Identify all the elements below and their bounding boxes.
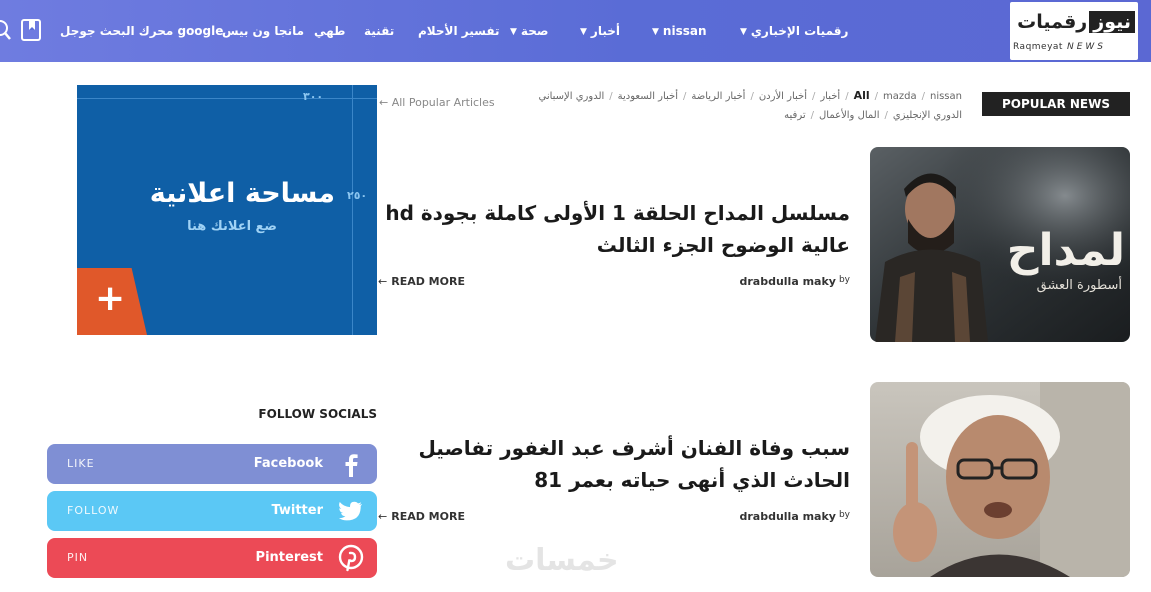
arrow-left-icon: ←: [378, 275, 388, 288]
ad-title: مساحة اعلانية: [149, 178, 335, 209]
nav-item-tech[interactable]: تقنية: [364, 0, 394, 62]
site-logo[interactable]: نيوزرقميات Raqmeyat NEWS: [1010, 2, 1138, 60]
nav-item-nissan[interactable]: ▼ nissan: [652, 0, 707, 62]
arrow-left-icon: ←: [379, 96, 389, 109]
nav-item-news[interactable]: ▼ أخبار: [580, 0, 620, 62]
ad-dimension-width: ٣٠٠: [303, 90, 324, 103]
plus-icon[interactable]: +: [95, 279, 125, 319]
ad-subtitle: ضع اعلانك هنا: [187, 219, 277, 234]
tag-english-league[interactable]: الدوري الإنجليزي: [893, 110, 962, 121]
social-name: Pinterest: [255, 550, 323, 565]
nav-item-raqmeyat[interactable]: ▼ رقميات الإخباري: [740, 0, 848, 62]
twitter-icon: [338, 501, 362, 521]
popular-news-heading: POPULAR NEWS: [982, 92, 1130, 116]
image-subtitle-text: أسطورة العشق: [1037, 276, 1122, 293]
social-name: Twitter: [271, 503, 323, 518]
chevron-down-icon: ▼: [580, 27, 587, 37]
pinterest-icon: [338, 544, 364, 572]
top-navigation-bar: نيوزرقميات Raqmeyat NEWS ▼ رقميات الإخباري…: [0, 0, 1151, 62]
chevron-down-icon: ▼: [740, 27, 747, 37]
logo-news: NEWS: [1066, 42, 1106, 52]
tag-nissan[interactable]: nissan: [930, 91, 962, 102]
tag-all[interactable]: All: [854, 89, 870, 102]
article-1-read-more[interactable]: ← READ MORE: [378, 275, 465, 288]
image-title-text: لمداح: [1007, 225, 1125, 276]
logo-word-dark: نيوز: [1089, 11, 1135, 33]
tag-jordan-news[interactable]: أخبار الأردن: [759, 91, 807, 102]
twitter-button[interactable]: FOLLOW Twitter: [47, 491, 377, 531]
facebook-button[interactable]: LIKE Facebook: [47, 444, 377, 484]
article-1-author: drabdulla maky by: [739, 275, 850, 288]
tag-saudi-news[interactable]: أخبار السعودية: [618, 91, 678, 102]
arrow-left-icon: ←: [378, 510, 388, 523]
article-2-image[interactable]: [870, 382, 1130, 577]
pinterest-button[interactable]: PIN Pinterest: [47, 538, 377, 578]
nav-item-health[interactable]: ▼ صحة: [510, 0, 548, 62]
social-name: Facebook: [253, 456, 323, 471]
social-action: LIKE: [67, 457, 95, 470]
nav-item-cooking[interactable]: طهي: [314, 0, 345, 62]
tag-news[interactable]: أخبار: [820, 91, 840, 102]
bookmarks-icon[interactable]: [21, 18, 41, 42]
tag-spanish-league[interactable]: الدوري الإسباني: [538, 91, 604, 102]
ad-dimension-height: ٢٥٠: [347, 189, 368, 202]
logo-latin: Raqmeyat: [1013, 42, 1063, 52]
watermark: خمسات: [505, 543, 619, 578]
all-popular-articles-link[interactable]: ← All Popular Articles: [379, 96, 495, 109]
search-icon[interactable]: [0, 18, 12, 42]
article-2-read-more[interactable]: ← READ MORE: [378, 510, 465, 523]
facebook-icon: [345, 454, 358, 477]
article-1-title[interactable]: مسلسل المداح الحلقة 1 الأولى كاملة بجودة…: [380, 197, 850, 261]
nav-item-google[interactable]: محرك البحث جوجل google: [60, 0, 223, 62]
social-action: PIN: [67, 551, 89, 564]
tag-entertainment[interactable]: ترفيه: [784, 110, 805, 121]
chevron-down-icon: ▼: [652, 27, 659, 37]
article-2-title[interactable]: سبب وفاة الفنان أشرف عبد الغفور تفاصيل ا…: [380, 432, 850, 496]
logo-word-light: رقميات: [1017, 11, 1088, 33]
category-tags: All / mazda / nissan/أخبار/أخبار الأردن/أخبا…: [538, 89, 962, 121]
tag-sports-news[interactable]: أخبار الرياضة: [691, 91, 745, 102]
chevron-down-icon: ▼: [510, 27, 517, 37]
social-action: FOLLOW: [67, 504, 120, 517]
nav-item-onepiece[interactable]: مانجا ون بيس: [222, 0, 304, 62]
follow-socials-title: FOLLOW SOCIALS: [258, 407, 377, 421]
article-2-author: drabdulla maky by: [739, 510, 850, 523]
tag-mazda[interactable]: mazda: [883, 91, 917, 102]
tag-business[interactable]: المال والأعمال: [819, 110, 879, 121]
ad-banner[interactable]: ٣٠٠ ٢٥٠ مساحة اعلانية ضع اعلانك هنا +: [77, 85, 377, 335]
nav-item-dreams[interactable]: تفسير الأحلام: [418, 0, 500, 62]
article-1-image[interactable]: لمداح أسطورة العشق: [870, 147, 1130, 342]
